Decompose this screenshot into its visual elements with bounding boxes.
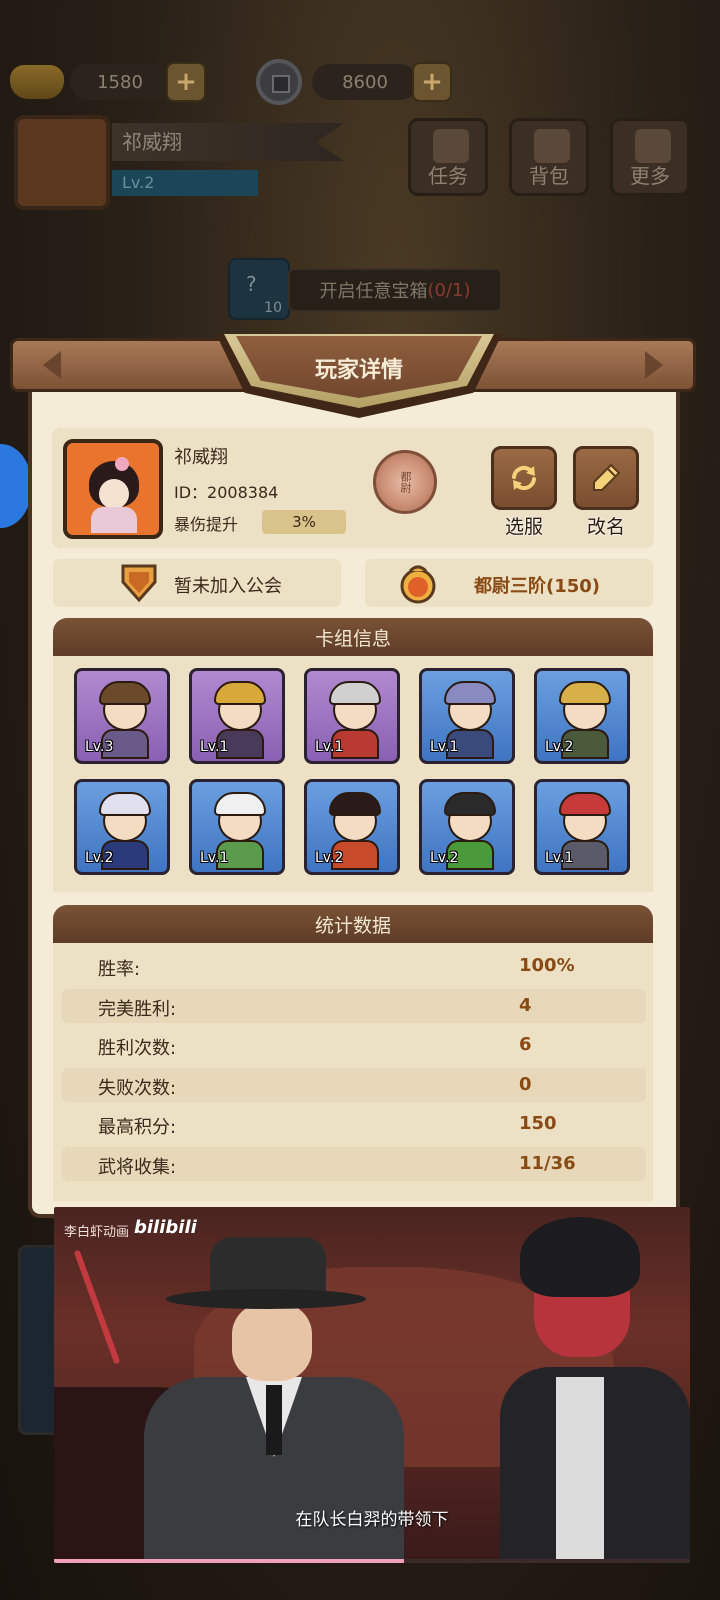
- player-level-bg: Lv.2: [112, 170, 258, 196]
- hero-card[interactable]: Lv.1: [534, 779, 630, 875]
- player-avatar-small[interactable]: [14, 115, 110, 210]
- chest-task-banner[interactable]: ? 10 开启任意宝箱 (0/1): [228, 258, 502, 320]
- more-label: 更多: [630, 164, 670, 188]
- video-subtitle: 在队长白羿的带领下: [295, 1510, 449, 1530]
- menu-lines-icon: [635, 129, 671, 163]
- crit-damage-label: 暴伤提升: [174, 515, 239, 534]
- player-id: ID：2008384: [174, 483, 279, 502]
- guild-shield-icon: [121, 564, 157, 603]
- bag-button[interactable]: 背包: [509, 118, 589, 196]
- ingot-amount: 1580: [70, 64, 170, 100]
- hero-level: Lv.1: [545, 850, 574, 866]
- refresh-icon: [512, 465, 536, 491]
- hero-level: Lv.1: [200, 850, 229, 866]
- stat-value: 100%: [519, 955, 575, 976]
- copper-coin-icon: [256, 59, 302, 105]
- right-arrow-decoration-icon: [645, 351, 663, 379]
- video-lava-crack: [73, 1249, 121, 1365]
- stat-value: 4: [519, 994, 532, 1016]
- video-watermark: 李白虾动画: [64, 1225, 130, 1240]
- hero-level: Lv.2: [545, 739, 574, 755]
- stat-value: 0: [519, 1073, 532, 1095]
- crit-damage-value: 3%: [262, 510, 346, 534]
- hero-level: Lv.2: [430, 850, 459, 866]
- hero-card[interactable]: Lv.2: [304, 779, 400, 875]
- scroll-icon: [433, 129, 469, 163]
- bag-icon: [534, 129, 570, 163]
- avatar-portrait: [85, 457, 143, 533]
- add-ingot-button[interactable]: +: [166, 62, 206, 102]
- video-progress-fill: [54, 1559, 404, 1563]
- hero-card[interactable]: Lv.2: [74, 779, 170, 875]
- rename-button[interactable]: [573, 446, 639, 510]
- hero-card[interactable]: Lv.1: [304, 668, 400, 764]
- rename-label: 改名: [586, 516, 625, 538]
- tasks-label: 任务: [428, 164, 468, 188]
- hero-level: Lv.1: [315, 739, 344, 755]
- tasks-button[interactable]: 任务: [408, 118, 488, 196]
- hero-card[interactable]: Lv.2: [419, 779, 515, 875]
- video-progress-bar[interactable]: [54, 1559, 690, 1563]
- hero-level: Lv.1: [430, 739, 459, 755]
- left-arrow-decoration-icon: [43, 351, 61, 379]
- bag-label: 背包: [529, 164, 569, 188]
- hero-level: Lv.3: [85, 739, 114, 755]
- rank-pouch-icon: [400, 565, 436, 604]
- hero-card[interactable]: Lv.1: [189, 668, 285, 764]
- coin-amount: 8600: [312, 64, 418, 100]
- stat-label: 武将收集:: [98, 1156, 177, 1178]
- card-count: 10: [264, 300, 282, 316]
- stat-label: 完美胜利:: [98, 998, 177, 1020]
- rank-title-label: 都尉三阶(150): [474, 576, 601, 597]
- rank-emblem-icon: 都尉: [373, 450, 437, 514]
- deck-section-header: 卡组信息: [53, 618, 653, 656]
- currency-bar: 1580 + 8600 +: [0, 58, 720, 108]
- stat-row: 失败次数: 0: [62, 1067, 646, 1102]
- stat-label: 胜率:: [98, 959, 141, 980]
- guild-label: 暂未加入公会: [174, 576, 282, 597]
- stats-section-header: 统计数据: [53, 905, 653, 943]
- chest-task-text: 开启任意宝箱 (0/1): [288, 268, 502, 312]
- hero-card[interactable]: Lv.3: [74, 668, 170, 764]
- hero-level: Lv.2: [315, 850, 344, 866]
- player-summary[interactable]: 祁威翔 Lv.2: [14, 115, 354, 210]
- stat-row: 武将收集: 11/36: [62, 1146, 646, 1181]
- select-server-label: 选服: [504, 516, 543, 538]
- video-overlay[interactable]: 李白虾动画 bilibili 在队长白羿的带领下: [54, 1207, 690, 1563]
- chest-task-label: 开启任意宝箱: [319, 281, 428, 302]
- more-button[interactable]: 更多: [610, 118, 690, 196]
- hero-card[interactable]: Lv.1: [189, 779, 285, 875]
- gold-ingot-icon: [10, 65, 64, 99]
- stat-label: 胜利次数:: [98, 1038, 177, 1059]
- add-coin-button[interactable]: +: [412, 62, 452, 102]
- select-server-button[interactable]: [491, 446, 557, 510]
- hero-card[interactable]: Lv.1: [419, 668, 515, 764]
- player-name-bg: 祁威翔: [112, 123, 344, 161]
- stat-row: 胜利次数: 6: [62, 1028, 646, 1062]
- card-pack-icon: ? 10: [228, 258, 290, 320]
- stat-value: 11/36: [519, 1152, 576, 1174]
- player-name: 祁威翔: [174, 447, 228, 468]
- ingot-counter: 1580 +: [10, 58, 206, 106]
- pencil-icon: [593, 463, 621, 491]
- coin-counter: 8600 +: [256, 58, 452, 106]
- stat-row: 胜率: 100%: [62, 949, 646, 983]
- player-avatar[interactable]: [63, 439, 163, 539]
- chest-task-progress: (0/1): [427, 279, 471, 301]
- stat-value: 150: [519, 1113, 557, 1134]
- stat-label: 最高积分:: [98, 1117, 177, 1138]
- stat-row: 完美胜利: 4: [62, 988, 646, 1023]
- stat-row: 最高积分: 150: [62, 1107, 646, 1141]
- hero-level: Lv.1: [200, 739, 229, 755]
- stat-label: 失败次数:: [98, 1077, 177, 1099]
- hero-card[interactable]: Lv.2: [534, 668, 630, 764]
- stat-value: 6: [519, 1034, 532, 1055]
- hero-level: Lv.2: [85, 850, 114, 866]
